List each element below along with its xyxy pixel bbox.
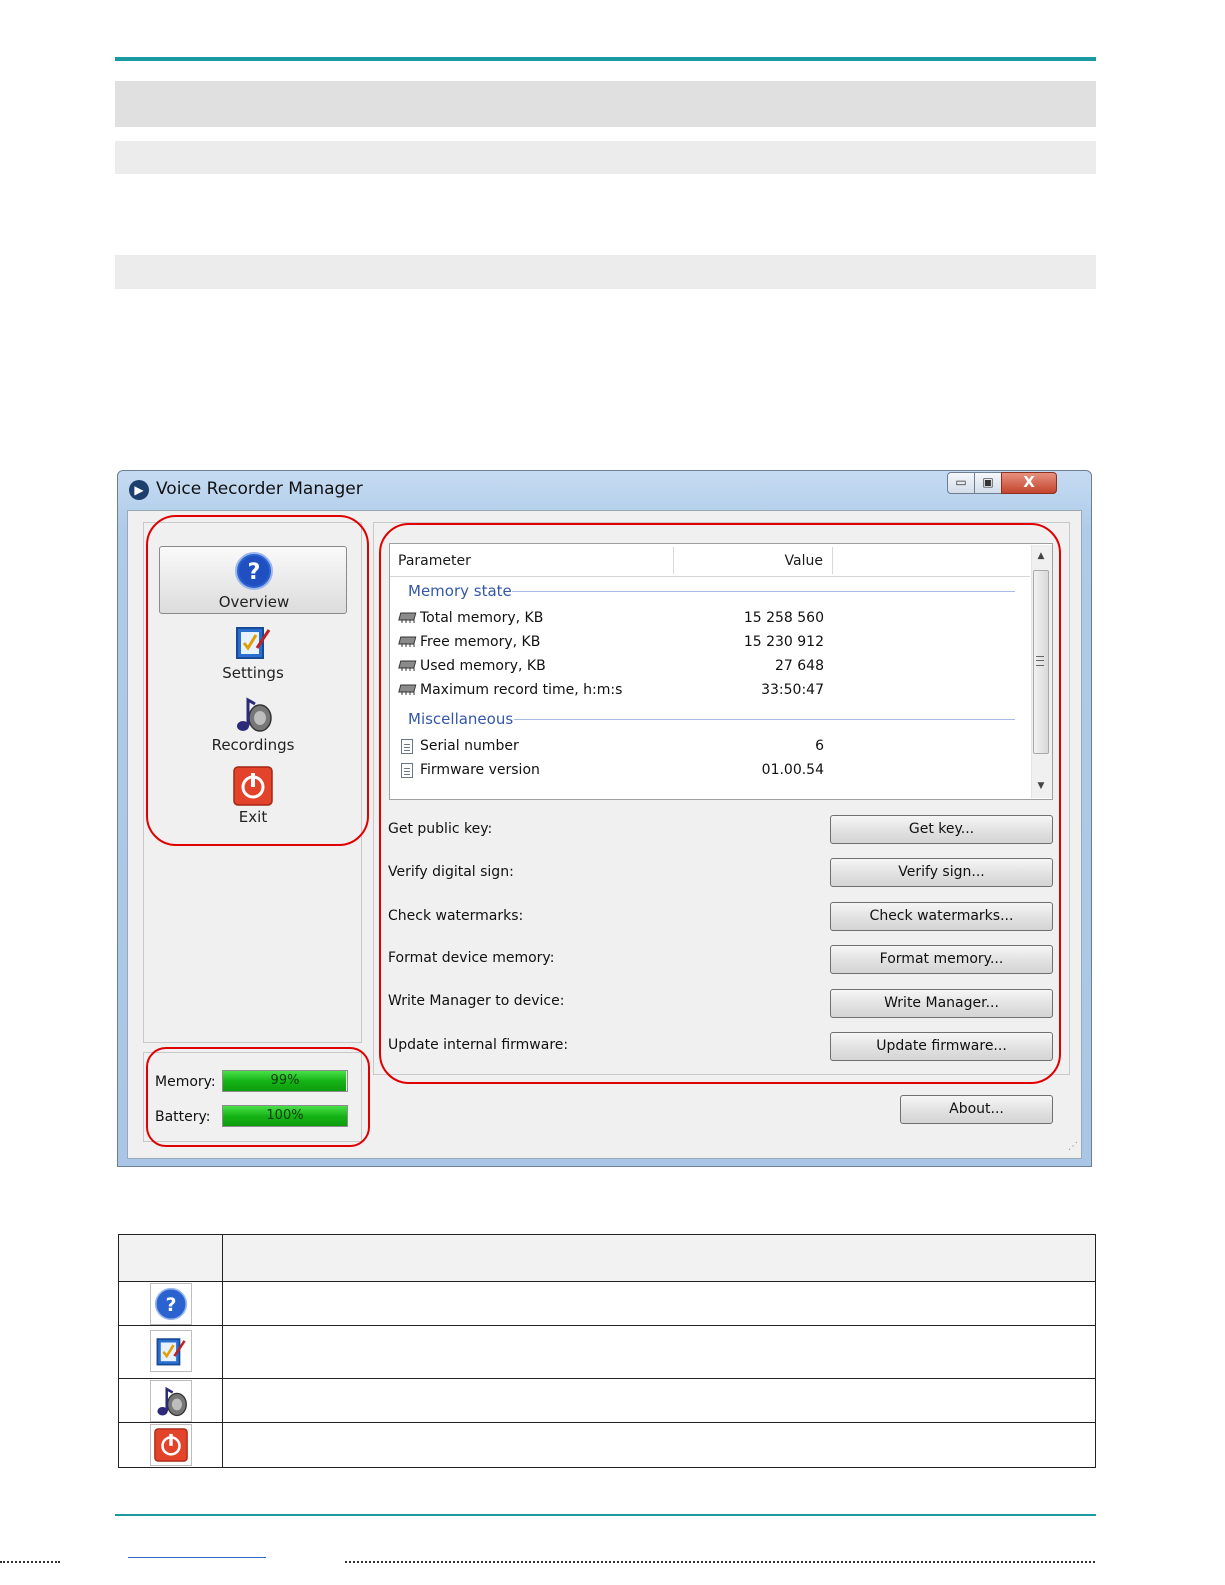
close-button[interactable]: X [1001,472,1057,494]
table-row [150,1424,192,1466]
svg-text:?: ? [166,1295,177,1316]
maximize-button[interactable]: ▣ [974,472,1002,494]
footer-dotted-line [345,1561,1095,1565]
help-icon: ? [154,1287,188,1321]
table-row-divider [119,1422,1095,1423]
highlight-nav [146,515,369,846]
app-icon: ▶ [129,480,149,500]
window-controls: ▭ ▣ X [947,472,1057,496]
table-column-divider [222,1235,223,1467]
power-icon [154,1428,188,1462]
header-band [115,81,1096,127]
table-row-divider [119,1378,1095,1379]
highlight-status [146,1047,370,1147]
footer-rule [115,1514,1096,1516]
section-band [115,255,1096,289]
recordings-icon [157,1386,187,1417]
window-title: Voice Recorder Manager [156,479,363,499]
section-band [115,141,1096,174]
footer-link-underline[interactable] [128,1557,266,1558]
highlight-overview [379,523,1061,1084]
resize-grip-icon[interactable]: ⋰ [1068,1142,1080,1156]
footer-dotted-line [0,1561,60,1565]
minimize-button[interactable]: ▭ [947,472,975,494]
about-button[interactable]: About... [900,1095,1053,1124]
table-row-divider [119,1325,1095,1326]
table-row [150,1330,192,1372]
header-rule [115,57,1096,61]
table-row: ? [150,1283,192,1325]
table-row [150,1380,192,1422]
settings-icon [156,1338,186,1366]
table-header-row [119,1235,1095,1282]
